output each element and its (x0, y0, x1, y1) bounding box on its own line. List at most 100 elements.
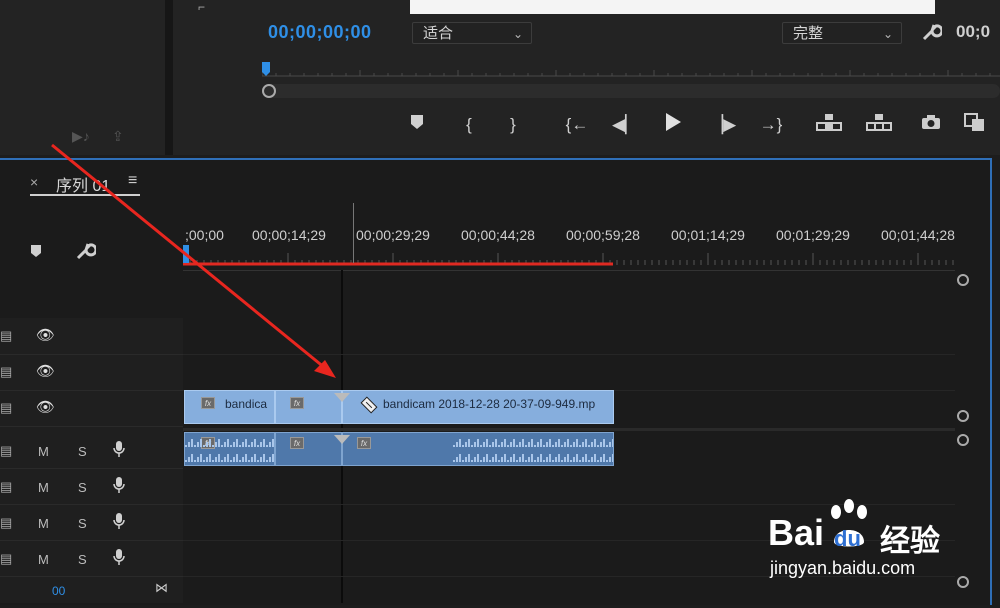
track-header-a4: ▤ M S (0, 540, 183, 577)
eye-icon[interactable]: 👁 (36, 362, 55, 380)
ruler-playhead-line (353, 203, 354, 263)
marker-icon[interactable] (404, 112, 430, 138)
fx-badge: fx (201, 397, 215, 409)
ruler-label: 00;00;14;29 (252, 227, 326, 243)
scroll-handle[interactable] (957, 274, 969, 286)
microphone-icon[interactable] (112, 440, 126, 463)
add-marker-icon[interactable] (30, 244, 42, 263)
edit-point-marker (334, 390, 350, 408)
fit-dropdown[interactable]: 适合 ⌄ (412, 22, 532, 44)
ruler-label: 00;01;44;28 (881, 227, 955, 243)
mute-button[interactable]: M (38, 516, 49, 531)
video-clip[interactable]: fx bandica (184, 390, 275, 424)
step-back-icon[interactable]: ◀▏ (612, 112, 638, 138)
toggle-sync-icon[interactable]: ▤ (0, 328, 12, 344)
edit-point-marker (334, 432, 350, 450)
clip-name: bandicam 2018-12-28 20-37-09-949.mp (383, 397, 596, 411)
track-lane-v3[interactable] (183, 318, 955, 355)
toggle-sync-icon[interactable]: ▤ (0, 443, 12, 459)
waveform (185, 439, 276, 462)
watermark-logo-left: Bai (768, 512, 825, 553)
play-icon[interactable] (660, 112, 686, 138)
toggle-sync-icon[interactable]: ▤ (0, 479, 12, 495)
mute-button[interactable]: M (38, 480, 49, 495)
footer-value: 00 (52, 584, 66, 598)
waveform (453, 439, 613, 462)
panel-divider[interactable] (165, 0, 173, 155)
tab-sequence[interactable]: 序列 01 (56, 172, 110, 196)
audio-clip[interactable]: fx (184, 432, 276, 466)
ruler-label: 00;00;59;28 (566, 227, 640, 243)
watermark-logo-cn: 经验 (880, 525, 940, 558)
mute-button[interactable]: M (38, 552, 49, 567)
scroll-handle[interactable] (957, 410, 969, 422)
eye-icon[interactable]: 👁 (36, 398, 55, 416)
track-header-a1: ▤ M S (0, 432, 183, 469)
clip-name: bandica (225, 397, 268, 411)
ruler-divider (183, 270, 955, 271)
solo-button[interactable]: S (78, 444, 87, 459)
watermark-url: jingyan.baidu.com (770, 558, 916, 578)
monitor-scrubber[interactable] (261, 62, 1000, 82)
ruler-label: 00;01;14;29 (671, 227, 745, 243)
microphone-icon[interactable] (112, 476, 126, 499)
audio-clip[interactable]: fx (342, 432, 614, 466)
video-preview (410, 0, 935, 14)
insert-icon[interactable] (816, 112, 842, 138)
quality-dropdown-value: 完整 (793, 25, 824, 42)
fx-badge: fx (357, 437, 371, 449)
source-panel: ▶♪ ⇪ (0, 0, 165, 155)
export-frame-icon[interactable] (918, 112, 944, 138)
monitor-corner-icon: ⌐ (198, 0, 206, 14)
insert-audio-icon[interactable]: ▶♪ (72, 128, 90, 145)
track-header-v1: ▤ 👁 (0, 390, 183, 427)
ruler-label: 00;00;44;28 (461, 227, 535, 243)
step-forward-icon[interactable]: ▕▶ (710, 112, 736, 138)
audio-clip[interactable]: fx (275, 432, 342, 466)
go-to-out-icon[interactable]: →} (758, 112, 784, 138)
time-ruler[interactable] (182, 245, 955, 269)
fx-badge: fx (290, 397, 304, 409)
close-tab-icon[interactable]: × (30, 174, 38, 190)
export-icon[interactable]: ⇪ (112, 128, 124, 145)
chevron-down-icon: ⌄ (882, 27, 893, 41)
fx-badge: fx (290, 437, 304, 449)
scroll-handle[interactable] (957, 434, 969, 446)
duration-timecode: 00;0 (956, 22, 991, 41)
solo-button[interactable]: S (78, 516, 87, 531)
solo-button[interactable]: S (78, 552, 87, 567)
toggle-sync-icon[interactable]: ▤ (0, 551, 12, 567)
compare-icon[interactable] (962, 112, 988, 138)
chevron-down-icon: ⌄ (512, 27, 523, 41)
go-to-in-icon[interactable]: {← (564, 112, 590, 138)
track-lane-v2[interactable] (183, 354, 955, 391)
microphone-icon[interactable] (112, 512, 126, 535)
razor-cursor-icon (359, 395, 379, 415)
zoom-fit-icon[interactable]: ⋈ (155, 580, 168, 596)
toggle-sync-icon[interactable]: ▤ (0, 400, 12, 416)
track-header-v3: ▤ 👁 (0, 318, 183, 355)
quality-dropdown[interactable]: 完整 ⌄ (782, 22, 902, 44)
monitor-zoom-bar[interactable] (262, 84, 1000, 98)
panel-menu-icon[interactable]: ≡ (128, 172, 137, 190)
toggle-sync-icon[interactable]: ▤ (0, 364, 12, 380)
eye-icon[interactable]: 👁 (36, 326, 55, 344)
mute-button[interactable]: M (38, 444, 49, 459)
tab-underline (30, 194, 140, 196)
mark-in-icon[interactable]: { (456, 112, 482, 138)
timeline-settings-icon[interactable] (74, 240, 98, 267)
ruler-label: 00;01;29;29 (776, 227, 850, 243)
wrench-icon[interactable] (920, 21, 944, 43)
fit-dropdown-value: 适合 (423, 25, 454, 42)
video-clip[interactable]: fx (275, 390, 342, 424)
overwrite-icon[interactable] (866, 112, 892, 138)
video-clip[interactable]: bandicam 2018-12-28 20-37-09-949.mp (342, 390, 614, 424)
zoom-handle[interactable] (262, 84, 276, 98)
mark-out-icon[interactable]: } (500, 112, 526, 138)
playhead-timecode[interactable]: 00;00;00;00 (268, 22, 372, 43)
solo-button[interactable]: S (78, 480, 87, 495)
toggle-sync-icon[interactable]: ▤ (0, 515, 12, 531)
microphone-icon[interactable] (112, 548, 126, 571)
video-audio-divider[interactable] (183, 428, 955, 431)
ruler-label: 00;00;29;29 (356, 227, 430, 243)
